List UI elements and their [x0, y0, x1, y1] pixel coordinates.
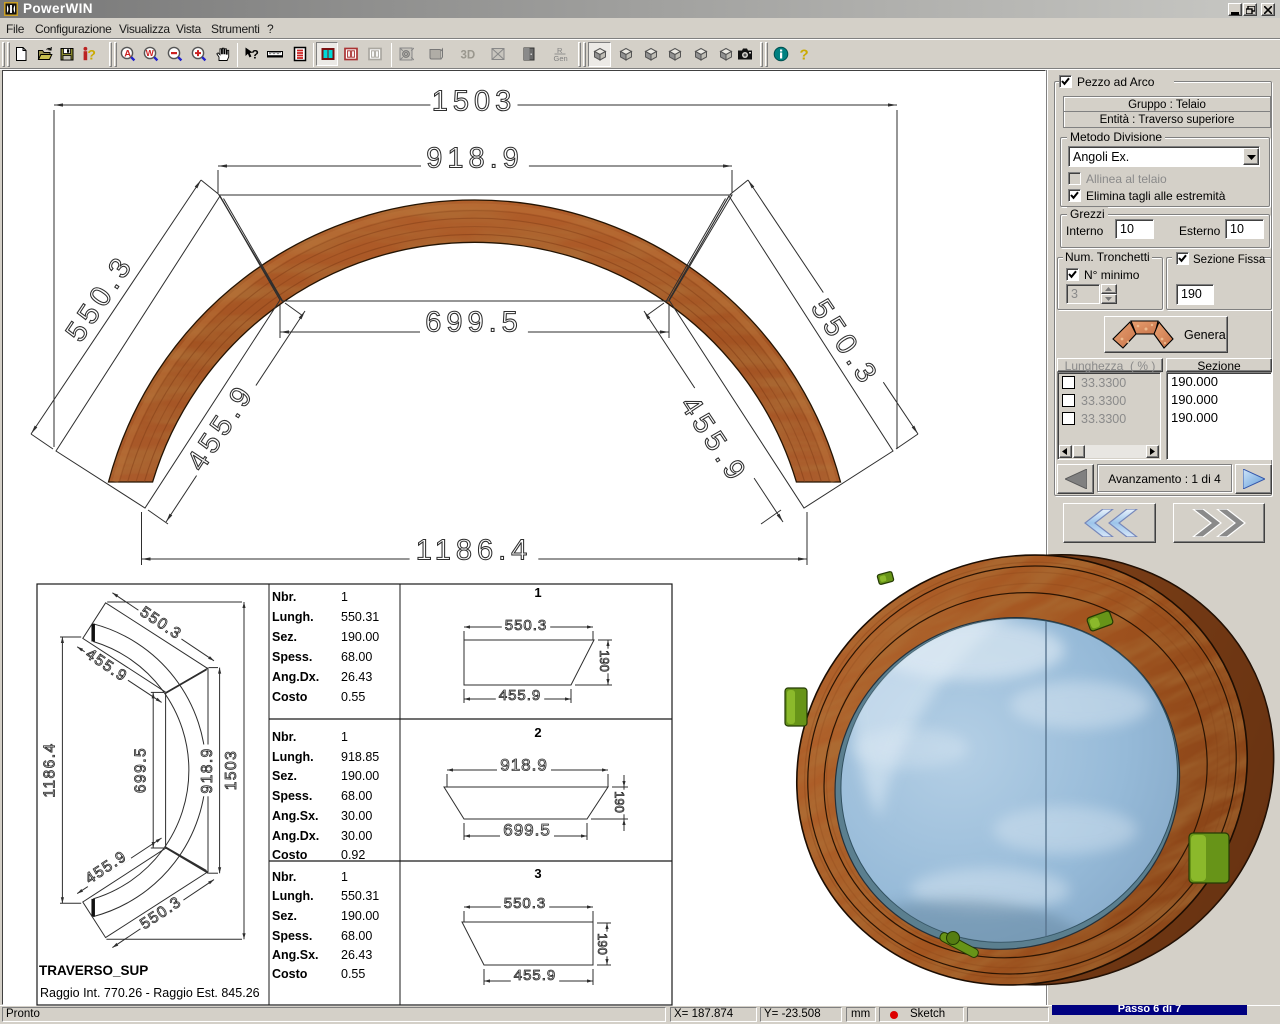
svg-text:1: 1 — [341, 590, 348, 604]
svg-text:190: 190 — [597, 650, 612, 672]
svg-text:1: 1 — [341, 730, 348, 744]
svg-text:918.9: 918.9 — [426, 142, 524, 174]
svg-text:699.5: 699.5 — [425, 306, 523, 338]
svg-text:68.00: 68.00 — [341, 929, 372, 943]
svg-text:Nbr.: Nbr. — [272, 590, 296, 604]
svg-text:2: 2 — [534, 725, 541, 740]
svg-text:550.3: 550.3 — [505, 617, 548, 634]
svg-text:0.55: 0.55 — [341, 690, 365, 704]
svg-text:Ang.Dx.: Ang.Dx. — [272, 829, 319, 843]
svg-text:26.43: 26.43 — [341, 670, 372, 684]
svg-text:550.3: 550.3 — [804, 294, 885, 393]
svg-text:1186.4: 1186.4 — [416, 534, 533, 566]
svg-text:30.00: 30.00 — [341, 809, 372, 823]
svg-text:3: 3 — [534, 866, 541, 881]
svg-text:Sez.: Sez. — [272, 630, 297, 644]
svg-text:68.00: 68.00 — [341, 650, 372, 664]
svg-text:Sez.: Sez. — [272, 909, 297, 923]
svg-text:190.00: 190.00 — [341, 909, 379, 923]
svg-text:TRAVERSO_SUP: TRAVERSO_SUP — [39, 963, 148, 978]
svg-text:68.00: 68.00 — [341, 789, 372, 803]
svg-text:Ang.Dx.: Ang.Dx. — [272, 670, 319, 684]
svg-text:Spess.: Spess. — [272, 789, 312, 803]
svg-text:Spess.: Spess. — [272, 650, 312, 664]
svg-text:Costo: Costo — [272, 967, 308, 981]
svg-text:550.3: 550.3 — [504, 895, 547, 912]
svg-text:1503: 1503 — [432, 85, 517, 117]
svg-text:Nbr.: Nbr. — [272, 730, 296, 744]
svg-text:1: 1 — [341, 870, 348, 884]
svg-text:Costo: Costo — [272, 848, 308, 862]
svg-text:26.43: 26.43 — [341, 948, 372, 962]
svg-text:190.00: 190.00 — [341, 769, 379, 783]
svg-text:Sez.: Sez. — [272, 769, 297, 783]
svg-text:455.9: 455.9 — [499, 687, 542, 704]
svg-text:Spess.: Spess. — [272, 929, 312, 943]
svg-text:190.00: 190.00 — [341, 630, 379, 644]
svg-text:550.3: 550.3 — [60, 249, 141, 348]
svg-text:550.31: 550.31 — [341, 889, 379, 903]
svg-text:918.9: 918.9 — [199, 747, 216, 793]
svg-text:918.9: 918.9 — [500, 755, 548, 774]
svg-text:1: 1 — [534, 585, 541, 600]
svg-text:Ang.Sx.: Ang.Sx. — [272, 809, 319, 823]
svg-text:190: 190 — [595, 933, 610, 955]
svg-text:1503: 1503 — [223, 750, 240, 790]
svg-text:0.92: 0.92 — [341, 848, 365, 862]
svg-text:Lungh.: Lungh. — [272, 750, 314, 764]
svg-text:699.5: 699.5 — [132, 747, 149, 793]
svg-text:Lungh.: Lungh. — [272, 889, 314, 903]
svg-text:918.85: 918.85 — [341, 750, 379, 764]
svg-text:Nbr.: Nbr. — [272, 870, 296, 884]
svg-text:Costo: Costo — [272, 690, 308, 704]
svg-text:699.5: 699.5 — [503, 820, 551, 839]
svg-text:455.9: 455.9 — [514, 967, 557, 984]
svg-text:550.31: 550.31 — [341, 610, 379, 624]
svg-text:Raggio Int. 770.26 - Raggio Es: Raggio Int. 770.26 - Raggio Est. 845.26 — [40, 986, 260, 1000]
svg-text:0.55: 0.55 — [341, 967, 365, 981]
svg-text:Ang.Sx.: Ang.Sx. — [272, 948, 319, 962]
svg-text:Lungh.: Lungh. — [272, 610, 314, 624]
svg-text:455.9: 455.9 — [674, 391, 754, 490]
svg-text:1186.4: 1186.4 — [42, 742, 59, 797]
svg-text:30.00: 30.00 — [341, 829, 372, 843]
svg-text:190: 190 — [612, 791, 627, 813]
